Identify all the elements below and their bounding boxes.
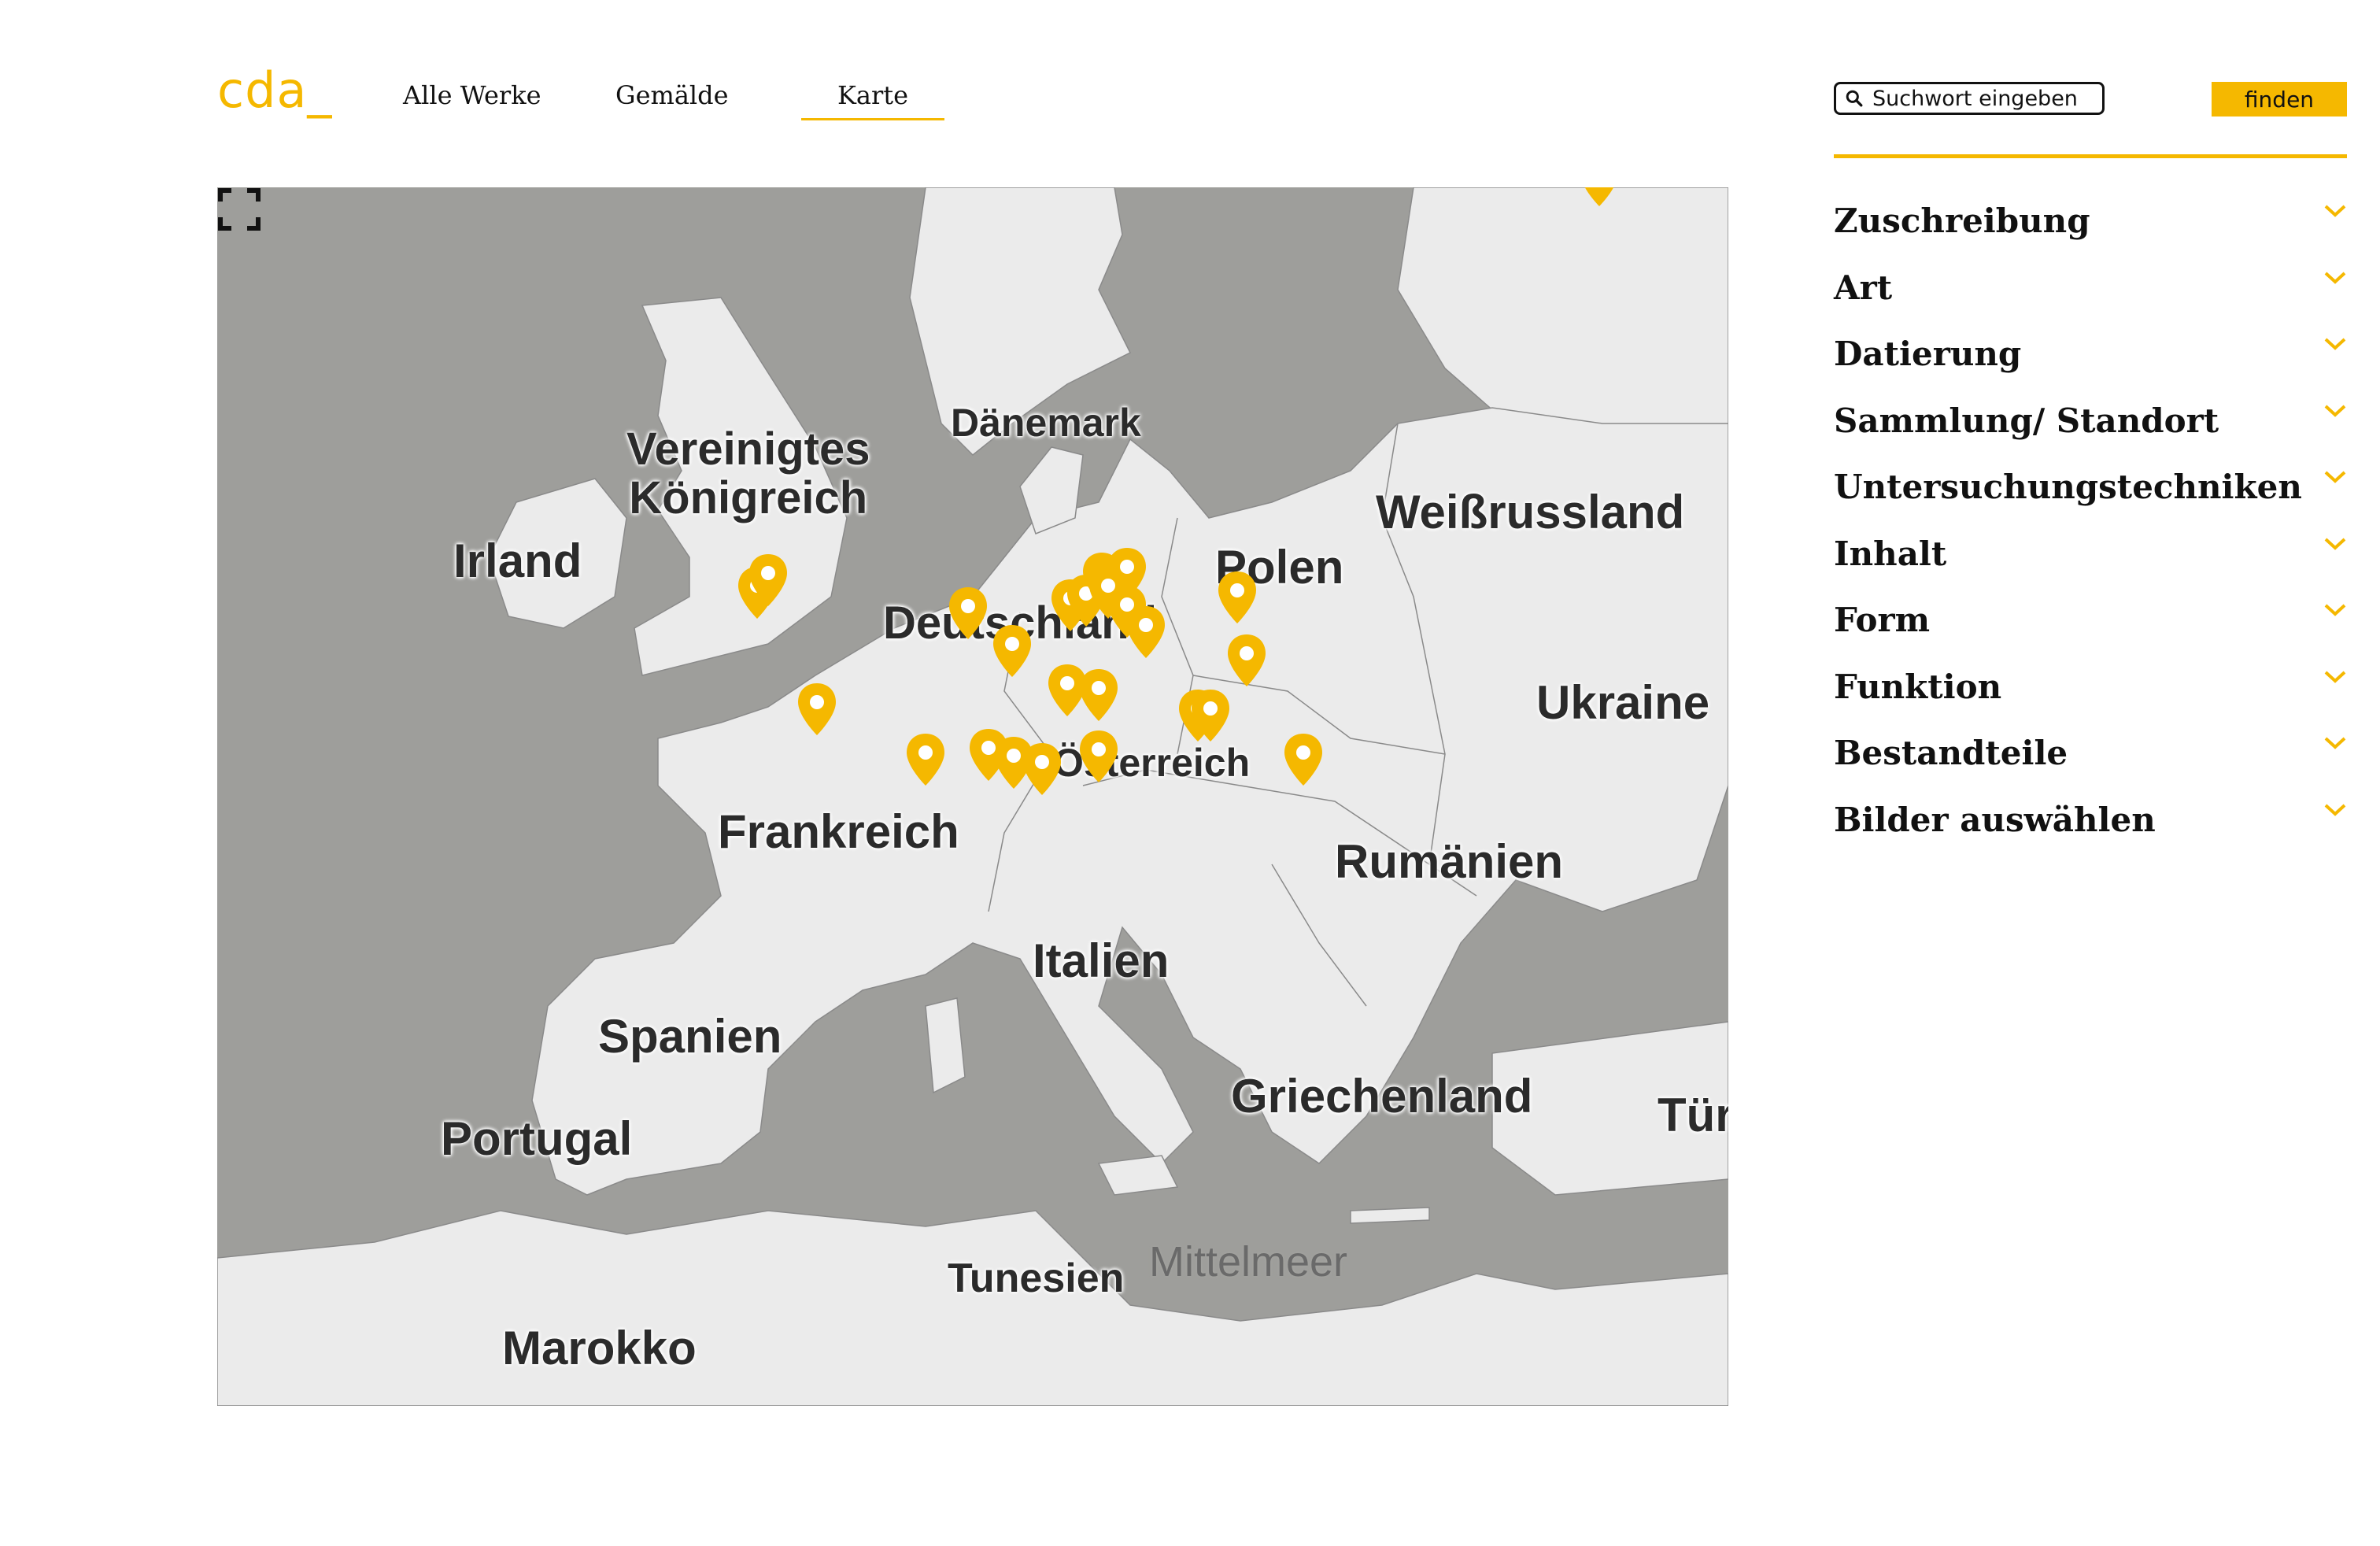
filter-label: Datierung	[1834, 335, 2022, 373]
nav-all-works[interactable]: Alle Werke	[403, 80, 541, 110]
map-view[interactable]: Vereinigtes Königreich Irland Dänemark D…	[217, 187, 1728, 1406]
label-turkey: Tür	[1658, 1089, 1728, 1141]
label-greece: Griechenland	[1231, 1070, 1533, 1123]
chevron-down-icon	[2324, 471, 2346, 483]
label-uk: Vereinigtes Königreich	[626, 423, 870, 523]
map-marker-icon[interactable]	[991, 623, 1033, 679]
filter-examination-techniques[interactable]: Untersuchungstechniken	[1834, 468, 2347, 534]
map-marker-icon[interactable]	[1225, 633, 1268, 688]
chevron-down-icon	[2324, 405, 2346, 417]
chevron-down-icon	[2324, 804, 2346, 816]
filter-label: Bestandteile	[1834, 734, 2068, 772]
sidebar-divider	[1834, 154, 2347, 158]
map-marker-icon[interactable]	[747, 553, 789, 608]
chevron-down-icon	[2324, 272, 2346, 284]
filter-form[interactable]: Form	[1834, 601, 2347, 668]
filter-label: Inhalt	[1834, 534, 1947, 573]
label-ireland: Irland	[453, 534, 582, 587]
search-input[interactable]	[1871, 85, 2102, 112]
site-logo[interactable]: cda_	[217, 61, 332, 119]
chevron-down-icon	[2324, 737, 2346, 749]
nav-map[interactable]: Karte	[800, 80, 945, 120]
filter-label: Sammlung/ Standort	[1834, 401, 2219, 440]
filter-type[interactable]: Art	[1834, 268, 2347, 335]
label-belarus: Weißrussland	[1376, 486, 1685, 538]
label-mediterranean: Mittelmeer	[1149, 1238, 1348, 1285]
filter-function[interactable]: Funktion	[1834, 668, 2347, 734]
map-marker-icon[interactable]	[1125, 605, 1167, 660]
map-marker-icon[interactable]	[1077, 729, 1120, 784]
filter-attribution[interactable]: Zuschreibung	[1834, 202, 2347, 268]
filter-label: Art	[1834, 268, 1893, 307]
map-marker-icon[interactable]	[1282, 732, 1325, 787]
filter-content[interactable]: Inhalt	[1834, 534, 2347, 601]
filter-select-images[interactable]: Bilder auswählen	[1834, 801, 2347, 867]
map-marker-icon[interactable]	[904, 732, 947, 787]
chevron-down-icon	[2324, 205, 2346, 217]
map-marker-icon[interactable]	[1216, 570, 1258, 625]
label-denmark: Dänemark	[951, 401, 1141, 445]
filter-components[interactable]: Bestandteile	[1834, 734, 2347, 801]
filter-list: Zuschreibung Art Datierung Sammlung/ Sta…	[1834, 202, 2347, 867]
chevron-down-icon	[2324, 338, 2346, 350]
label-portugal: Portugal	[441, 1112, 633, 1165]
map-marker-icon[interactable]	[796, 682, 838, 737]
label-spain: Spanien	[598, 1010, 782, 1063]
search-icon	[1846, 90, 1863, 107]
filter-label: Funktion	[1834, 667, 2002, 706]
map-marker-icon[interactable]	[1578, 187, 1621, 208]
filter-label: Bilder auswählen	[1834, 800, 2156, 839]
label-morocco: Marokko	[502, 1322, 697, 1374]
filter-label: Zuschreibung	[1834, 202, 2090, 240]
label-tunisia: Tunesien	[948, 1256, 1125, 1301]
label-italy: Italien	[1033, 934, 1170, 987]
filter-label: Form	[1834, 601, 1931, 639]
map-marker-icon[interactable]	[1077, 668, 1120, 723]
chevron-down-icon	[2324, 604, 2346, 616]
map-marker-icon[interactable]	[1021, 742, 1063, 797]
fullscreen-icon[interactable]	[217, 187, 261, 231]
filter-dating[interactable]: Datierung	[1834, 335, 2347, 401]
filter-collection-location[interactable]: Sammlung/ Standort	[1834, 401, 2347, 468]
find-button[interactable]: finden	[2212, 82, 2347, 117]
filter-label: Untersuchungstechniken	[1834, 468, 2302, 506]
search-box[interactable]	[1834, 82, 2105, 115]
label-romania: Rumänien	[1335, 835, 1564, 888]
chevron-down-icon	[2324, 671, 2346, 683]
map-marker-icon[interactable]	[947, 586, 989, 641]
label-ukraine: Ukraine	[1536, 676, 1710, 729]
nav-paintings[interactable]: Gemälde	[615, 80, 729, 110]
label-france: Frankreich	[718, 805, 959, 858]
map-basemap	[217, 187, 1728, 1406]
map-marker-icon[interactable]	[1189, 688, 1232, 743]
chevron-down-icon	[2324, 538, 2346, 550]
